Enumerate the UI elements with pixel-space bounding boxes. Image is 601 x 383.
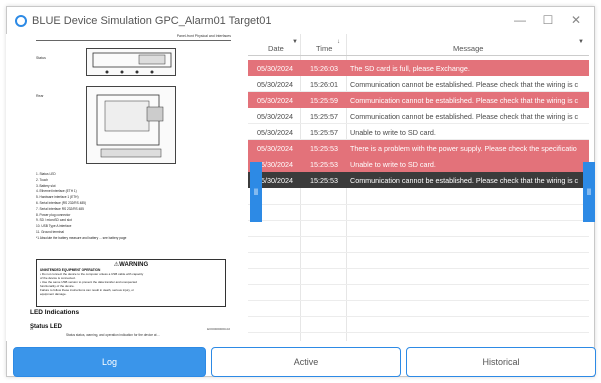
row-date: 05/30/2024 xyxy=(257,64,293,73)
column-header-date[interactable]: Date xyxy=(268,44,284,53)
table-row[interactable]: 05/30/2024 15:25:53 There is a problem w… xyxy=(248,140,589,156)
warning-line: equipment damage. xyxy=(40,292,67,296)
empty-row-line xyxy=(248,284,589,285)
component-list: 1. Status LED 2. Touch 3. Battery slot 4… xyxy=(36,172,226,242)
row-time: 15:26:01 xyxy=(310,80,338,89)
empty-row-line xyxy=(248,316,589,317)
status-led-description: Status status, warning, and operation in… xyxy=(66,333,161,337)
row-message: The SD card is full, please Exchange. xyxy=(350,64,470,73)
app-logo-icon xyxy=(15,15,27,27)
row-time: 15:25:53 xyxy=(310,144,338,153)
row-date: 05/30/2024 xyxy=(257,144,293,153)
row-date: 05/30/2024 xyxy=(257,128,293,137)
device-rear-figure xyxy=(86,86,176,164)
row-date: 05/30/2024 xyxy=(257,112,293,121)
tab-active[interactable]: Active xyxy=(211,347,401,377)
column-header-message[interactable]: Message xyxy=(453,44,483,53)
tab-log[interactable]: Log xyxy=(13,347,206,377)
title-bar: BLUE Device Simulation GPC_Alarm01 Targe… xyxy=(7,7,594,35)
document-code: EIO00000000-02 xyxy=(207,327,230,331)
left-panel-handle[interactable]: ll xyxy=(250,162,262,222)
empty-row-line xyxy=(248,220,589,221)
figure-label-front: Status xyxy=(36,56,46,60)
section-heading-led: LED Indications xyxy=(30,309,80,316)
empty-row-line xyxy=(248,268,589,269)
column-header-time[interactable]: Time xyxy=(316,44,332,53)
close-button[interactable]: ✕ xyxy=(568,13,584,27)
device-front-figure xyxy=(86,48,176,76)
document-page: Panel-front Physical and Interfaces Stat… xyxy=(36,34,231,334)
empty-row-line xyxy=(248,252,589,253)
row-date: 05/30/2024 xyxy=(257,80,293,89)
footnote: *1 Absolute the battery measure and batt… xyxy=(36,235,127,240)
manual-document-pane[interactable]: Panel-front Physical and Interfaces Stat… xyxy=(6,34,250,341)
table-row[interactable]: 05/30/2024 15:25:57 Unable to write to S… xyxy=(248,124,589,140)
row-message: Communication cannot be established. Ple… xyxy=(350,176,579,185)
page-header-text: Panel-front Physical and Interfaces xyxy=(176,34,231,38)
row-date: 05/30/2024 xyxy=(257,176,293,185)
table-row[interactable]: 05/30/2024 15:25:57 Communication cannot… xyxy=(248,108,589,124)
empty-row-line xyxy=(248,300,589,301)
right-panel-handle[interactable]: ll xyxy=(583,162,595,222)
row-date: 05/30/2024 xyxy=(257,160,293,169)
page-number: 26 xyxy=(30,327,34,331)
empty-row-line xyxy=(248,204,589,205)
figure-label-rear: Rear xyxy=(36,94,44,98)
page-header-rule xyxy=(36,40,231,41)
message-filter-dropdown-icon[interactable]: ▼ xyxy=(578,39,584,45)
row-message: There is a problem with the power supply… xyxy=(350,144,577,153)
table-row[interactable]: 05/30/2024 15:26:01 Communication cannot… xyxy=(248,76,589,92)
sort-desc-icon[interactable]: ▼ xyxy=(292,39,298,45)
sort-arrow-down-icon[interactable]: ↓ xyxy=(337,39,340,45)
row-message: Communication cannot be established. Ple… xyxy=(350,96,579,105)
row-time: 15:25:53 xyxy=(310,176,338,185)
device-rear-drawing xyxy=(96,94,164,158)
empty-row-line xyxy=(248,332,589,333)
table-row-selected[interactable]: 05/30/2024 15:25:53 Communication cannot… xyxy=(248,172,589,188)
subheading-status-led: Status LED xyxy=(30,324,63,330)
row-message: Communication cannot be established. Ple… xyxy=(350,80,579,89)
row-time: 15:25:57 xyxy=(310,128,338,137)
window-title: BLUE Device Simulation GPC_Alarm01 Targe… xyxy=(32,15,272,27)
row-time: 15:25:53 xyxy=(310,160,338,169)
row-message: Communication cannot be established. Ple… xyxy=(350,112,579,121)
tab-historical[interactable]: Historical xyxy=(406,347,596,377)
table-row[interactable]: 05/30/2024 15:26:03 The SD card is full,… xyxy=(248,60,589,76)
alarm-log-table[interactable]: Date ▼ Time ↓ Message ▼ 05/30/2024 15:26… xyxy=(248,34,589,341)
table-header: Date ▼ Time ↓ Message ▼ xyxy=(248,34,589,56)
warning-title: ⚠WARNING xyxy=(113,262,149,268)
row-date: 05/30/2024 xyxy=(257,96,293,105)
row-message: Unable to write to SD card. xyxy=(350,128,436,137)
maximize-button[interactable]: ☐ xyxy=(540,13,556,27)
warning-box: ⚠WARNING UNINTENDED EQUIPMENT OPERATION … xyxy=(36,259,226,307)
row-time: 15:25:59 xyxy=(310,96,338,105)
table-row[interactable]: 05/30/2024 15:25:59 Communication cannot… xyxy=(248,92,589,108)
empty-row-line xyxy=(248,236,589,237)
minimize-button[interactable]: — xyxy=(512,13,528,27)
row-time: 15:26:03 xyxy=(310,64,338,73)
device-front-drawing xyxy=(92,52,172,74)
table-row[interactable]: 05/30/2024 15:25:53 Unable to write to S… xyxy=(248,156,589,172)
row-message: Unable to write to SD card. xyxy=(350,160,436,169)
row-time: 15:25:57 xyxy=(310,112,338,121)
